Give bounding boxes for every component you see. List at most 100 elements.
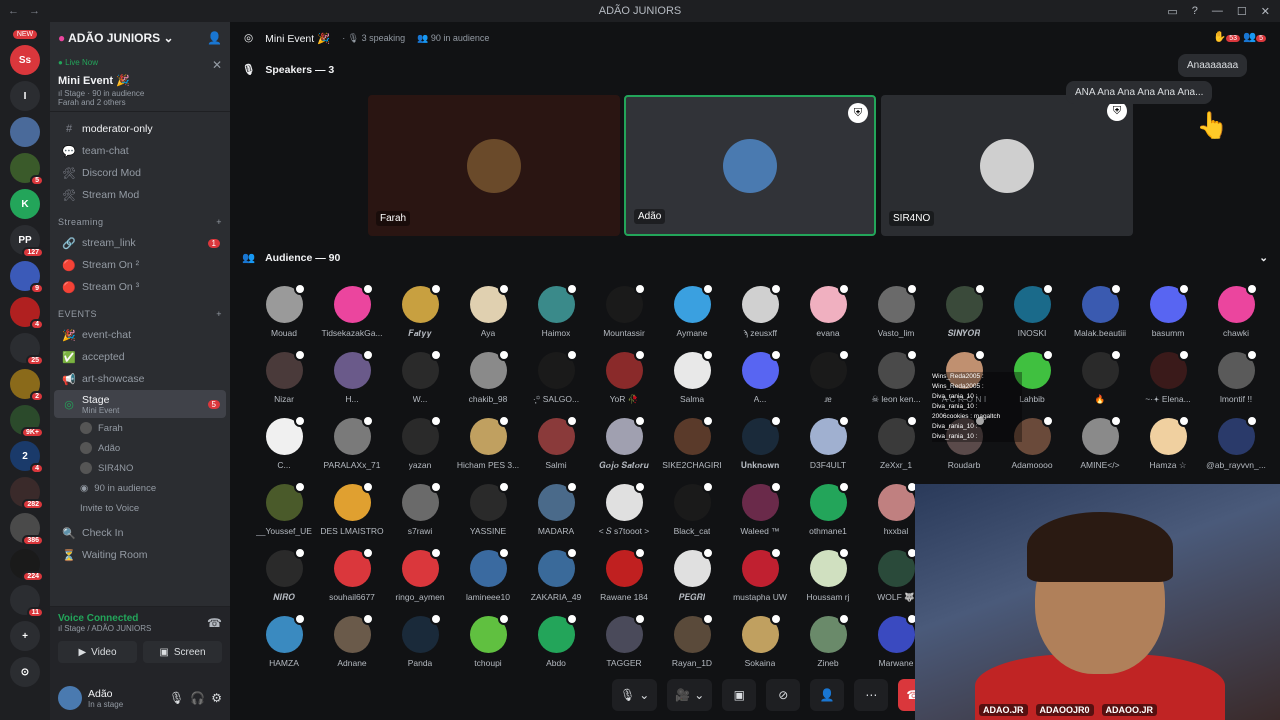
stage-user[interactable]: Adão: [50, 438, 230, 458]
server-icon[interactable]: PP 127: [10, 225, 44, 258]
stage-user[interactable]: SIR4NO: [50, 458, 230, 478]
audience-member[interactable]: MADARA: [522, 481, 590, 537]
gear-icon[interactable]: ⚙: [211, 691, 222, 705]
members-icon[interactable]: 👥 5: [1243, 30, 1266, 43]
audience-member[interactable]: Aymane: [658, 283, 726, 339]
audience-member[interactable]: Aya: [454, 283, 522, 339]
more-button[interactable]: ⋯: [854, 679, 889, 711]
server-icon[interactable]: 386: [10, 513, 44, 546]
channel-team-chat[interactable]: 💬 team-chat: [54, 140, 226, 162]
audience-member[interactable]: mustapha UW: [726, 547, 794, 603]
screen-button[interactable]: ▣ Screen: [143, 641, 222, 663]
channel-stream-on-[interactable]: 🔴 Stream On ³: [54, 276, 226, 298]
audience-member[interactable]: evana: [794, 283, 862, 339]
inbox-icon[interactable]: ▭: [1167, 5, 1177, 18]
invite-button[interactable]: 👤: [810, 679, 845, 711]
microphone-icon[interactable]: 🎙: [169, 691, 184, 705]
headphones-icon[interactable]: 🎧: [190, 691, 205, 705]
mute-button[interactable]: 🎙 ⌄: [612, 679, 658, 711]
channel-accepted[interactable]: ✅ accepted: [54, 346, 226, 368]
server-icon[interactable]: I: [10, 81, 40, 111]
audience-member[interactable]: H...: [318, 349, 386, 405]
minimize-icon[interactable]: —: [1212, 5, 1223, 18]
channel-moderator-only[interactable]: # moderator-only: [54, 118, 226, 140]
audience-member[interactable]: TAGGER: [590, 613, 658, 668]
audience-member[interactable]: Zineb: [794, 613, 862, 668]
audience-member[interactable]: PARALAXx_71: [318, 415, 386, 471]
audience-member[interactable]: tchoupi: [454, 613, 522, 668]
server-icon[interactable]: [10, 117, 40, 147]
audience-member[interactable]: lamineee10: [454, 547, 522, 603]
audience-member[interactable]: ·̩͙꙳ SALGO...: [522, 349, 590, 405]
audience-member[interactable]: YoR 🥀: [590, 349, 658, 405]
avatar[interactable]: [58, 686, 82, 710]
audience-member[interactable]: Malak.beautiii: [1066, 283, 1134, 339]
channel-check-in[interactable]: 🔍 Check In: [54, 522, 226, 544]
audience-member[interactable]: ϡ zeusxff: [726, 283, 794, 339]
audience-member[interactable]: __Youssef_UE: [250, 481, 318, 537]
server-icon[interactable]: 224: [10, 549, 44, 582]
channel-stream-on-[interactable]: 🔴 Stream On ²: [54, 254, 226, 276]
live-event-card[interactable]: ● Live Now ✕ Mini Event 🎉 ıl Stage · 90 …: [50, 54, 230, 112]
audience-member[interactable]: ~·𖥔 Elena...: [1134, 349, 1202, 405]
plus-icon[interactable]: +: [216, 217, 222, 227]
audience-member[interactable]: W...: [386, 349, 454, 405]
audience-member[interactable]: TidsekazakGa...: [318, 283, 386, 339]
audience-member[interactable]: Rayan_1D: [658, 613, 726, 668]
category-events[interactable]: EVENTS +: [50, 304, 230, 324]
maximize-icon[interactable]: ☐: [1237, 5, 1247, 18]
channel-art-showcase[interactable]: 📢 art-showcase: [54, 368, 226, 390]
audience-member[interactable]: Salmi: [522, 415, 590, 471]
speaker-tile[interactable]: Adão ⛨: [624, 95, 876, 236]
audience-member[interactable]: Adnane: [318, 613, 386, 668]
audience-member[interactable]: Haimox: [522, 283, 590, 339]
audience-member[interactable]: Nizar: [250, 349, 318, 405]
audience-member[interactable]: DES LMAISTRO: [318, 481, 386, 537]
audience-member[interactable]: A...: [726, 349, 794, 405]
audience-member[interactable]: 𝐔𝐧𝐤𝐧𝐨𝐰𝐧: [726, 415, 794, 471]
forward-arrow-icon[interactable]: →: [29, 5, 40, 17]
audience-member[interactable]: 𝑺𝑰𝑵𝒀𝑶𝑹: [930, 283, 998, 339]
server-icon[interactable]: 9K+: [10, 405, 44, 438]
audience-member[interactable]: Rawane 184: [590, 547, 658, 603]
audience-member[interactable]: Mountassir: [590, 283, 658, 339]
add-server-icon[interactable]: +: [10, 621, 40, 651]
close-icon[interactable]: ✕: [212, 58, 222, 72]
audience-member[interactable]: Black_cat: [658, 481, 726, 537]
channel-event-chat[interactable]: 🎉 event-chat: [54, 324, 226, 346]
category-streaming[interactable]: Streaming +: [50, 212, 230, 232]
speaker-tile[interactable]: SIR4NO ⛨: [881, 95, 1133, 236]
server-icon[interactable]: 282: [10, 477, 44, 510]
server-icon[interactable]: 9: [10, 261, 44, 294]
add-friend-icon[interactable]: 👤: [207, 31, 222, 45]
audience-member[interactable]: AMINE</>: [1066, 415, 1134, 471]
audience-member[interactable]: Houssam rj: [794, 547, 862, 603]
stage-audience-row[interactable]: ◉ 90 in audience: [50, 478, 230, 498]
server-header[interactable]: ● ADÃO JUNIORS ⌄ 👤: [50, 22, 230, 54]
audience-member[interactable]: C...: [250, 415, 318, 471]
audience-member[interactable]: Abdo: [522, 613, 590, 668]
plus-icon[interactable]: +: [216, 309, 222, 319]
audience-member[interactable]: othmane1: [794, 481, 862, 537]
channel-stream-link[interactable]: 🔗 stream_link 1: [54, 232, 226, 254]
audience-member[interactable]: ringo_aymen: [386, 547, 454, 603]
camera-button[interactable]: 🎥 ⌄: [667, 679, 713, 711]
stage-user[interactable]: Farah: [50, 418, 230, 438]
audience-member[interactable]: Mouad: [250, 283, 318, 339]
chevron-down-icon[interactable]: ⌄: [1259, 252, 1268, 264]
server-icon[interactable]: 2: [10, 369, 44, 402]
help-icon[interactable]: ?: [1192, 5, 1198, 18]
audience-member[interactable]: Hamza ☆: [1134, 415, 1202, 471]
audience-member[interactable]: basumm: [1134, 283, 1202, 339]
audience-member[interactable]: @ab_rayvvn_...: [1202, 415, 1270, 471]
audience-member[interactable]: Waleed ™: [726, 481, 794, 537]
audience-member[interactable]: souhail6677: [318, 547, 386, 603]
audience-member[interactable]: Sokaina: [726, 613, 794, 668]
audience-member[interactable]: yazan: [386, 415, 454, 471]
channel-waiting-room[interactable]: ⏳ Waiting Room: [54, 544, 226, 566]
disconnect-icon[interactable]: ☎: [207, 616, 222, 630]
audience-member[interactable]: ZeXxr_1: [862, 415, 930, 471]
audience-member[interactable]: YASSINE: [454, 481, 522, 537]
audience-member[interactable]: < 𝑆 s7tooot >: [590, 481, 658, 537]
channel-stream-mod[interactable]: 🛠 Stream Mod: [54, 184, 226, 206]
